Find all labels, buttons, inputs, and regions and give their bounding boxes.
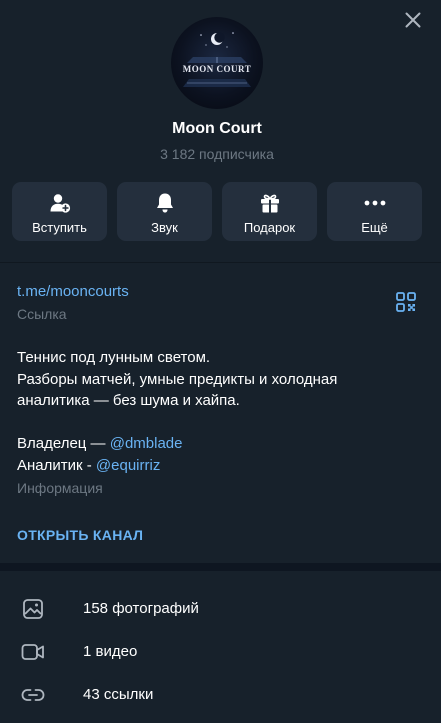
gift-icon [259,191,281,215]
media-row-videos[interactable]: 1 видео [0,630,441,673]
description-line: аналитика — без шума и хайпа. [17,392,240,409]
media-label: 158 фотографий [83,600,199,617]
more-icon [364,191,386,215]
sound-button[interactable]: Звук [117,182,212,241]
owner-line: Владелец — @dmblade [17,433,417,455]
qr-code-icon [396,292,416,312]
channel-link[interactable]: t.me/mooncourts [17,283,129,300]
owner-label: Владелец — [17,435,110,452]
sound-label: Звук [151,219,178,235]
avatar-logo-text: MOON COURT [182,64,252,74]
link-icon [21,683,45,707]
analyst-mention-link[interactable]: @equirriz [96,457,160,474]
media-row-links[interactable]: 43 ссылки [0,673,441,716]
channel-header: MOON COURT Moon Court 3 182 подписчика В… [0,0,441,260]
media-row-photos[interactable]: 158 фотографий [0,587,441,630]
photo-icon [21,597,45,621]
action-bar: Вступить Звук Подарок Ещё [12,182,422,241]
qr-code-button[interactable] [396,292,416,312]
shared-media-list: 158 фотографий 1 видео 43 ссылки [0,571,441,723]
avatar-art [183,32,251,87]
gift-button[interactable]: Подарок [222,182,317,241]
more-label: Ещё [361,219,388,235]
info-caption: Информация [17,480,103,496]
analyst-label: Аналитик - [17,456,96,474]
description-line: Разборы матчей, умные предикты и холодна… [17,370,338,388]
owner-mention-link[interactable]: @dmblade [110,435,183,452]
channel-info: t.me/mooncourts Ссылка Теннис под лунным… [0,262,441,565]
join-label: Вступить [32,219,87,235]
open-channel-button[interactable]: ОТКРЫТЬ КАНАЛ [17,527,143,543]
analyst-line: Аналитик - @equirriz [17,455,417,477]
media-label: 43 ссылки [83,686,154,703]
description-line: Теннис под лунным светом. [17,349,211,366]
video-icon [21,640,45,664]
link-caption: Ссылка [17,306,67,322]
gift-label: Подарок [243,219,296,235]
subscriber-count: 3 182 подписчика [160,146,274,162]
more-button[interactable]: Ещё [327,182,422,241]
channel-title: Moon Court [172,120,262,137]
join-icon [49,191,71,215]
channel-avatar[interactable]: MOON COURT [171,17,263,109]
section-divider [0,563,441,571]
description-spacer [17,412,417,434]
channel-description: Теннис под лунным светом. Разборы матчей… [17,347,417,476]
media-label: 1 видео [83,643,138,660]
bell-icon [155,191,175,215]
join-button[interactable]: Вступить [12,182,107,241]
